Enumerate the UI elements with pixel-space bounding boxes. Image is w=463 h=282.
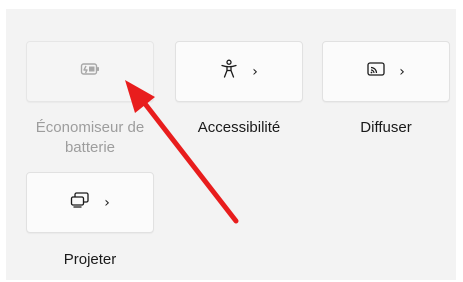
chevron-right-icon: › bbox=[104, 194, 110, 211]
project-icon bbox=[70, 192, 90, 213]
battery-saver-label: Économiseur de batterie bbox=[35, 119, 145, 156]
accessibility-tile[interactable]: › bbox=[175, 41, 303, 102]
cast-label: Diffuser bbox=[360, 119, 412, 136]
cast-icon bbox=[367, 62, 385, 81]
chevron-right-icon: › bbox=[252, 63, 258, 80]
chevron-right-icon: › bbox=[399, 63, 405, 80]
accessibility-icon bbox=[220, 59, 238, 84]
battery-saver-icon bbox=[80, 62, 100, 81]
project-tile[interactable]: › bbox=[26, 172, 154, 233]
battery-saver-tile[interactable] bbox=[26, 41, 154, 102]
cast-tile[interactable]: › bbox=[322, 41, 450, 102]
project-label: Projeter bbox=[63, 251, 117, 268]
accessibility-label: Accessibilité bbox=[197, 119, 281, 136]
